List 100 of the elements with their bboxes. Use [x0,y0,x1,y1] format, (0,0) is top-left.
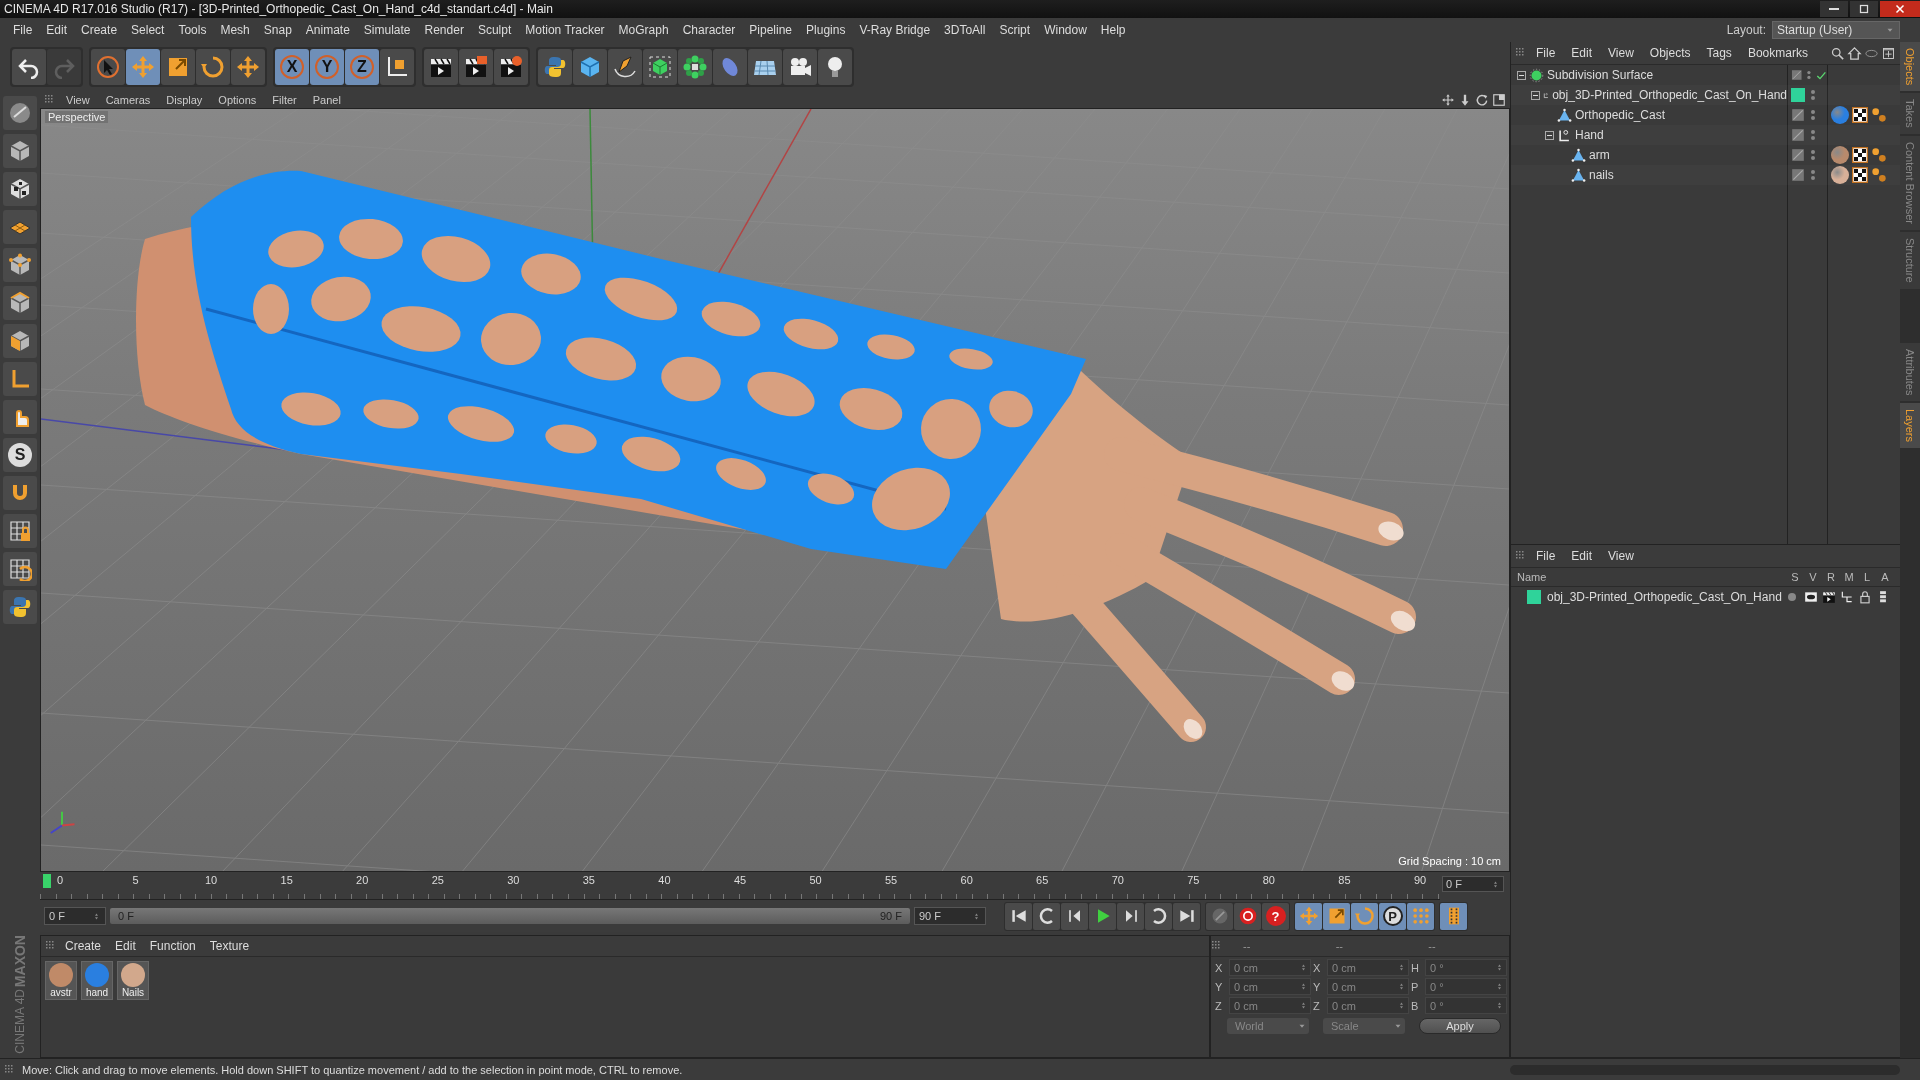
collapse-toggle-icon[interactable] [1545,130,1554,140]
toolbar-button[interactable] [380,49,414,85]
menu-item[interactable]: Animate [298,23,357,37]
menu-item[interactable]: Pipeline [742,23,800,37]
subdivision-cube-icon[interactable] [648,55,672,79]
object-name[interactable]: Hand [1575,128,1604,142]
viewport-menu-item[interactable]: Panel [306,94,347,106]
clapper-icon[interactable] [1822,590,1836,604]
menu-item[interactable]: File [6,23,40,37]
menu-item[interactable]: Select [124,23,172,37]
material-menu-item[interactable]: Function [143,939,202,953]
menu-item[interactable]: MoGraph [611,23,676,37]
axis-lock-button[interactable]: Z [345,49,379,85]
pen-arc-icon[interactable] [613,55,637,79]
minimize-button[interactable] [1820,1,1848,17]
menu-item[interactable]: Tools [171,23,214,37]
dots-tag-icon[interactable] [1871,147,1887,163]
menu-item[interactable]: Sculpt [470,23,519,37]
layer-slot-icon[interactable] [1791,128,1805,142]
layer-slot-icon[interactable] [1791,68,1803,82]
collapse-toggle-icon[interactable] [1517,70,1526,80]
axis-lock-button[interactable]: Y [310,49,344,85]
material-tag-icon[interactable] [1831,146,1849,164]
object-menu-item[interactable]: Objects [1642,46,1698,60]
clapper-gear-icon[interactable] [499,55,523,79]
object-name[interactable]: nails [1589,168,1614,182]
menu-item[interactable]: V-Ray Bridge [852,23,938,37]
material-menu-item[interactable]: Edit [109,939,142,953]
object-menu-item[interactable]: View [1601,46,1641,60]
position-field[interactable]: 0 cm [1229,997,1311,1014]
menu-item[interactable]: Window [1037,23,1094,37]
scale-square-icon[interactable] [166,55,190,79]
material-menu-item[interactable]: Create [59,939,108,953]
menu-item[interactable]: Character [675,23,743,37]
circle-arrow-icon[interactable] [1475,93,1489,107]
layout-dropdown[interactable]: Startup (User) [1772,21,1900,39]
panel-grip-icon[interactable] [1515,47,1527,59]
menu-item[interactable]: Mesh [213,23,257,37]
timeline-ruler[interactable]: 0 5 10 15 20 25 30 35 40 45 50 55 60 65 70 75 80 85 90 [40,872,1440,900]
3d-viewport[interactable]: Perspective Grid Spacing : 10 cm [40,108,1510,872]
rotate-arrows-icon[interactable] [201,55,225,79]
panel-grip-icon[interactable] [1515,550,1527,562]
menu-item[interactable]: Simulate [356,23,418,37]
menu-item[interactable]: Edit [39,23,75,37]
dots-tag-icon[interactable] [1871,107,1887,123]
padlock-icon[interactable] [1858,590,1872,604]
size-field[interactable]: 0 cm [1327,978,1409,995]
layer-name[interactable]: obj_3D-Printed_Orthopedic_Cast_On_Hand [1547,590,1782,604]
panel-grip-icon[interactable] [45,940,57,952]
move-arrows-icon[interactable] [236,55,260,79]
menu-item[interactable]: Help [1093,23,1133,37]
menu-item[interactable]: Script [992,23,1038,37]
object-menu-item[interactable]: Tags [1699,46,1739,60]
search-icon[interactable] [1830,45,1845,61]
size-field[interactable]: 0 cm [1327,959,1409,976]
parameter-key-button[interactable]: P [1379,902,1406,930]
side-tab[interactable]: Layers [1900,403,1920,449]
viewport-menu-item[interactable]: View [60,94,96,106]
viewport-menu-item[interactable]: Cameras [99,94,157,106]
solo-dot-icon[interactable] [1786,591,1798,603]
layer-menu-item[interactable]: View [1601,549,1641,563]
viewport-menu-item[interactable]: Options [212,94,263,106]
end-frame-field[interactable]: 90 F [914,907,986,925]
start-frame-field[interactable]: 0 F [44,907,106,925]
layer-slot-icon[interactable] [1791,108,1805,122]
snap-button[interactable]: S [3,438,37,472]
new-window-icon[interactable] [1881,45,1896,61]
layer-menu-item[interactable]: Edit [1564,549,1600,563]
collapse-toggle-icon[interactable] [1531,90,1540,100]
panel-grip-icon[interactable] [1211,940,1223,952]
toolbar-button[interactable] [459,49,493,85]
viewport-menu-item[interactable]: Filter [266,94,303,106]
toolbar-button[interactable] [91,49,125,85]
rotation-field[interactable]: 0 ° [1425,959,1507,976]
toolbar-button[interactable] [783,49,817,85]
checker-tag-icon[interactable] [1852,107,1868,123]
material-swatch[interactable]: avstr [45,961,77,1000]
eye-icon[interactable] [1804,590,1818,604]
dots-tag-icon[interactable] [1871,167,1887,183]
cube-icon[interactable] [578,55,602,79]
toolbar-button[interactable] [494,49,528,85]
menu-item[interactable]: Create [74,23,125,37]
toolbar-button[interactable] [12,49,46,85]
rotation-field[interactable]: 0 ° [1425,997,1507,1014]
sphere-cluster-icon[interactable] [683,55,707,79]
material-swatch[interactable]: hand [81,961,113,1000]
four-arrows-icon[interactable] [1441,93,1455,107]
menu-item[interactable]: Motion Tracker [518,23,612,37]
side-tab[interactable]: Objects [1900,42,1920,92]
movie-camera-icon[interactable] [788,55,812,79]
material-tag-icon[interactable] [1831,166,1849,184]
autokey-button[interactable]: ? [1262,902,1289,930]
current-frame-field[interactable]: 0 F [1442,876,1504,892]
square-corner-icon[interactable] [1492,93,1506,107]
home-icon[interactable] [1847,45,1862,61]
toolbar-button[interactable] [424,49,458,85]
toolbar-button[interactable] [818,49,852,85]
maximize-button[interactable] [1850,1,1878,17]
viewport-menu-item[interactable]: Display [160,94,209,106]
material-swatch[interactable]: Nails [117,961,149,1000]
